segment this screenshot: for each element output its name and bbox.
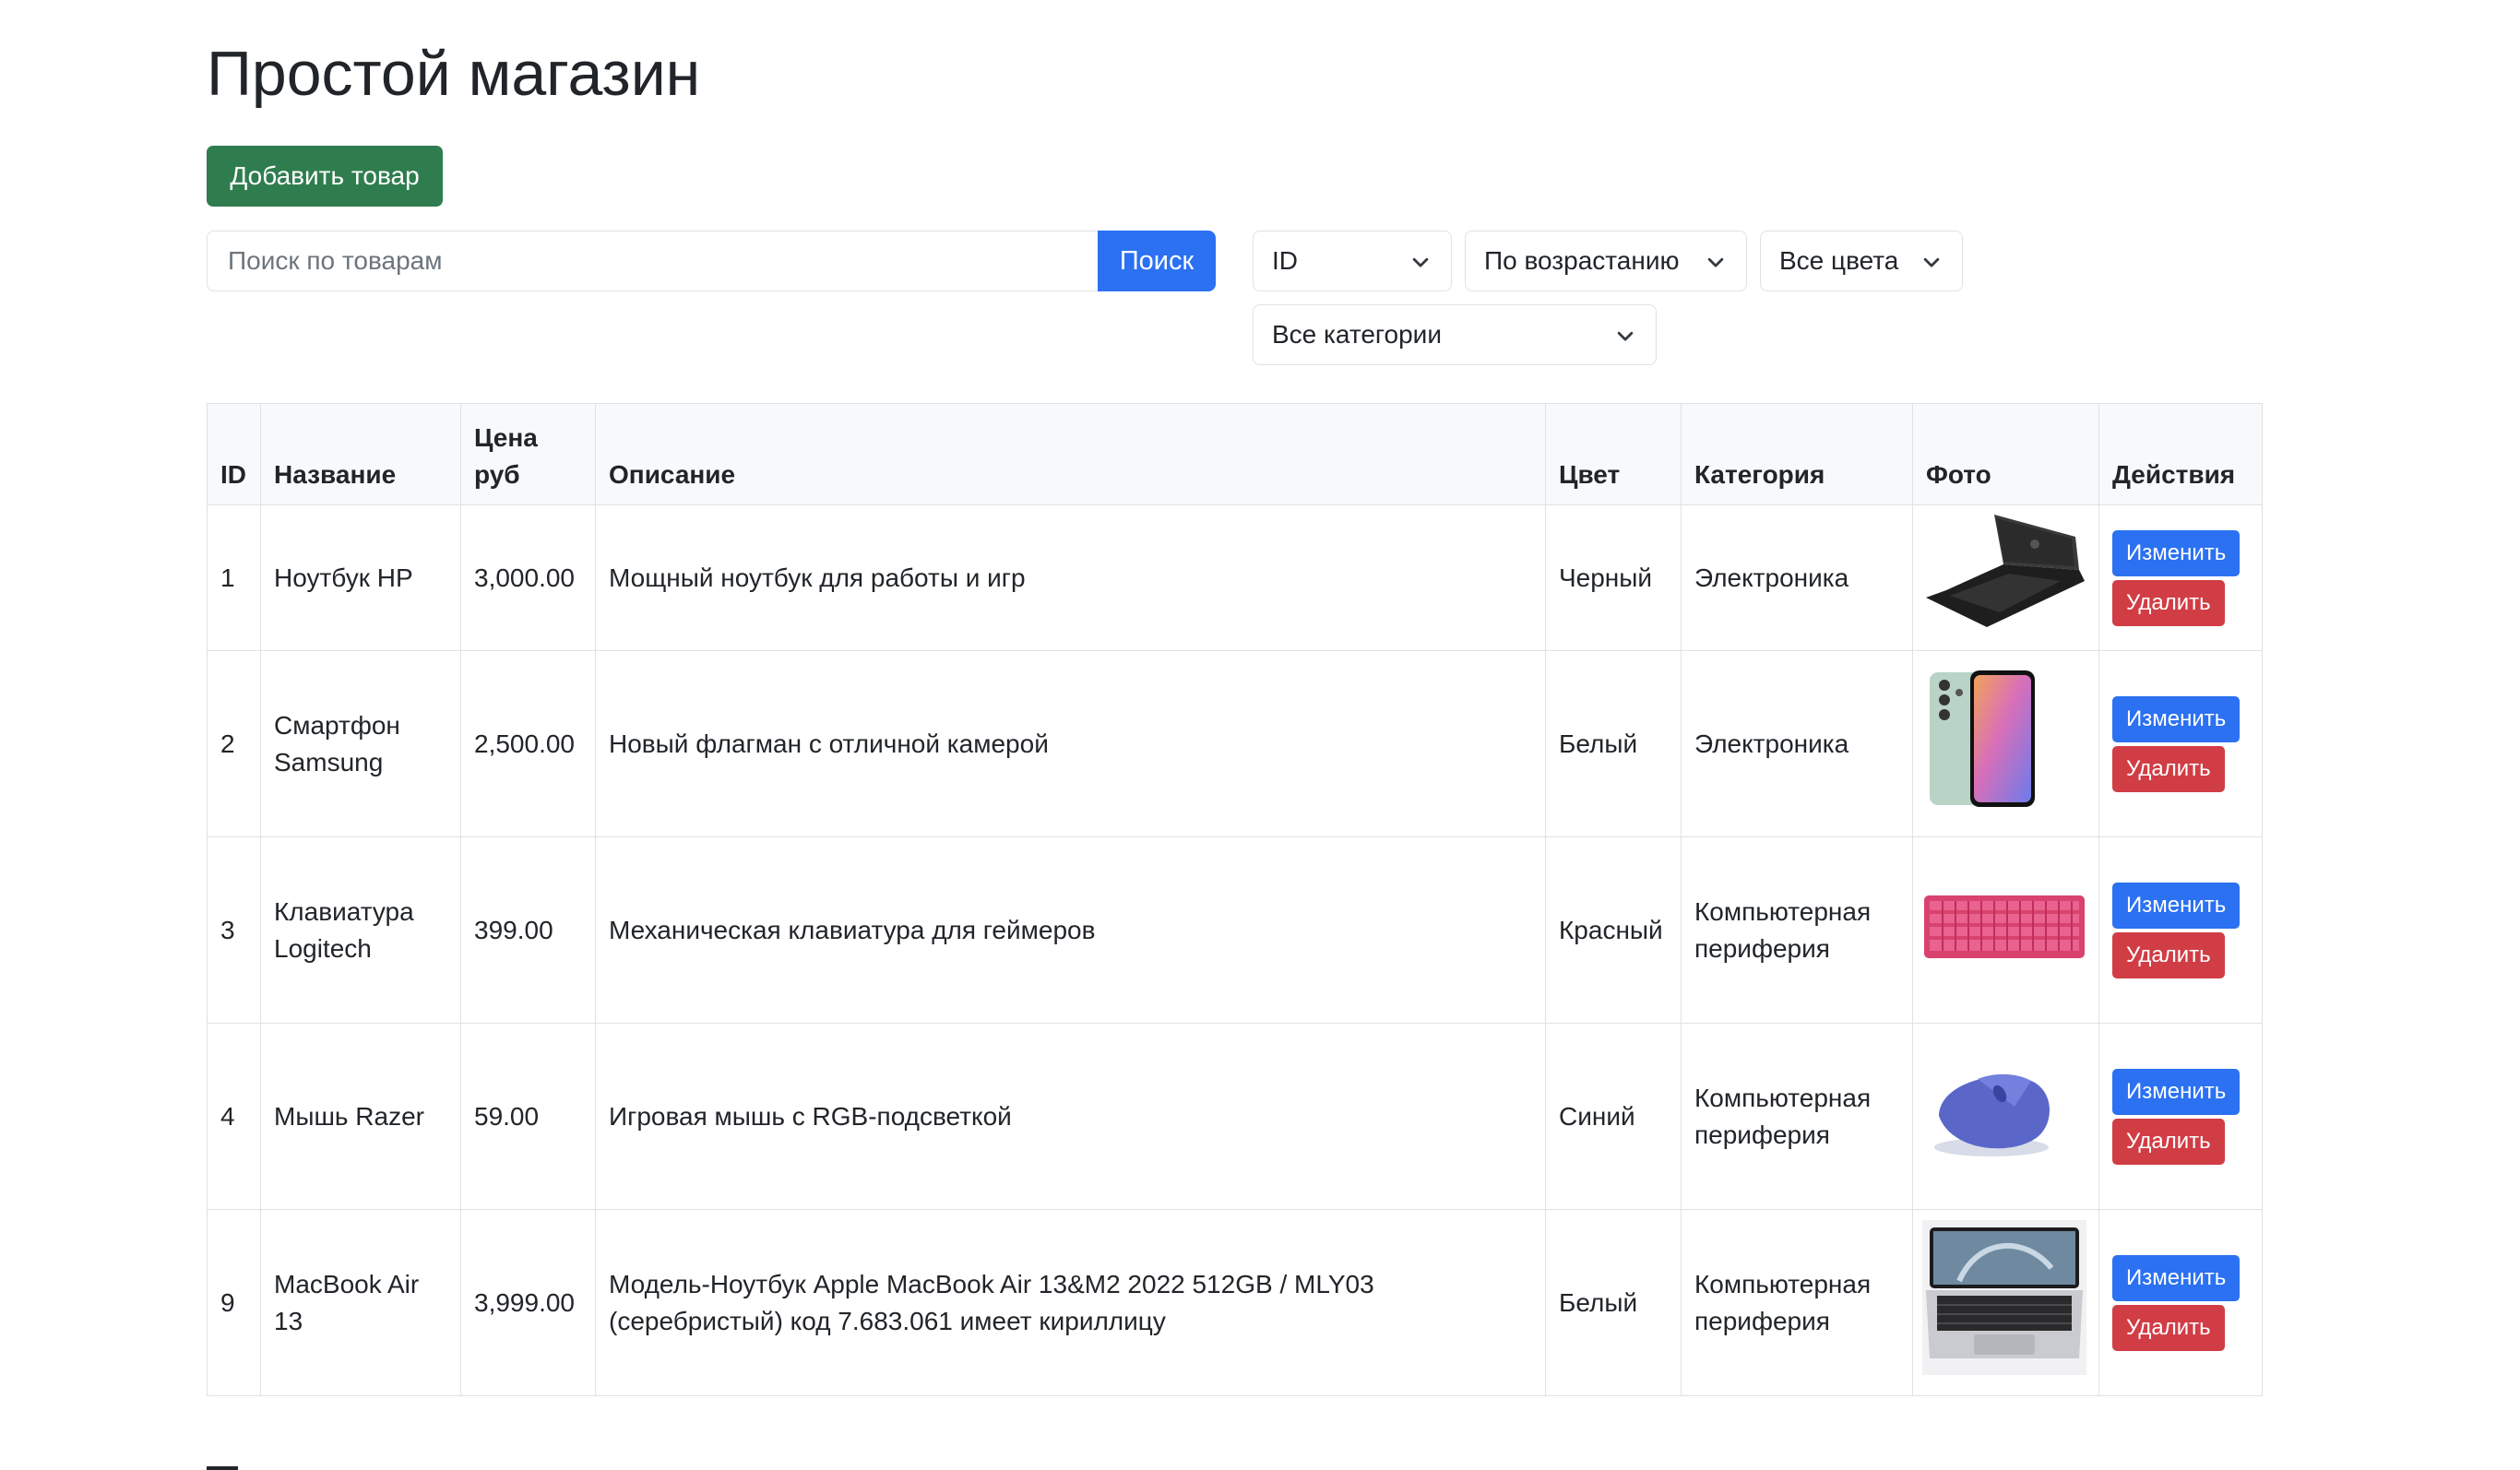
chevron-down-icon	[1923, 257, 1940, 267]
cell-photo	[1912, 1209, 2099, 1396]
cell-color: Черный	[1545, 504, 1682, 651]
delete-button[interactable]: Удалить	[2112, 745, 2225, 792]
cell-category: Электроника	[1681, 650, 1913, 837]
cell-name: Смартфон Samsung	[260, 650, 461, 837]
cell-actions: Изменить Удалить	[2098, 650, 2263, 837]
page-title: Простой магазин	[207, 39, 701, 109]
cell-name: Клавиатура Logitech	[260, 836, 461, 1024]
cut-off-heading	[207, 1452, 238, 1470]
cell-color: Белый	[1545, 650, 1682, 837]
cell-description: Механическая клавиатура для геймеров	[595, 836, 1546, 1024]
cell-name: Мышь Razer	[260, 1023, 461, 1210]
delete-button[interactable]: Удалить	[2112, 931, 2225, 978]
cell-category: Компьютерная периферия	[1681, 1209, 1913, 1396]
laptop-photo-icon	[1926, 515, 2085, 627]
column-header-actions: Действия	[2098, 403, 2263, 505]
cell-category: Компьютерная периферия	[1681, 1023, 1913, 1210]
smartphone-photo-icon	[1930, 670, 2035, 807]
macbook-photo-icon	[1922, 1220, 2086, 1375]
products-table: ID Название Цена руб Описание Цвет Катег…	[207, 403, 2263, 1396]
cell-description: Мощный ноутбук для работы и игр	[595, 504, 1546, 651]
cell-actions: Изменить Удалить	[2098, 1209, 2263, 1396]
cell-color: Белый	[1545, 1209, 1682, 1396]
add-product-button[interactable]: Добавить товар	[207, 146, 443, 207]
cell-photo	[1912, 504, 2099, 651]
cell-id: 1	[207, 504, 261, 651]
cell-actions: Изменить Удалить	[2098, 504, 2263, 651]
sort-order-select[interactable]: По возрастанию	[1465, 231, 1747, 291]
cell-name: Ноутбук HP	[260, 504, 461, 651]
keyboard-photo-icon	[1924, 895, 2085, 958]
search-group: Поиск	[207, 231, 1216, 291]
cell-photo	[1912, 1023, 2099, 1210]
sort-order-value: По возрастанию	[1484, 246, 1680, 275]
category-filter-select[interactable]: Все категории	[1253, 304, 1657, 365]
sort-field-select[interactable]: ID	[1253, 231, 1452, 291]
cell-actions: Изменить Удалить	[2098, 1023, 2263, 1210]
cell-name: MacBook Air 13	[260, 1209, 461, 1396]
cell-photo	[1912, 836, 2099, 1024]
cell-photo	[1912, 650, 2099, 837]
chevron-down-icon	[1707, 257, 1724, 267]
app-root: Простой магазин Добавить товар Поиск ID …	[0, 0, 2520, 1470]
cell-price: 399.00	[460, 836, 596, 1024]
table-header-row: ID Название Цена руб Описание Цвет Катег…	[207, 403, 2263, 505]
table-row: 4 Мышь Razer 59.00 Игровая мышь с RGB-по…	[207, 1023, 2263, 1210]
table-row: 2 Смартфон Samsung 2,500.00 Новый флагма…	[207, 650, 2263, 837]
cell-color: Синий	[1545, 1023, 1682, 1210]
color-filter-value: Все цвета	[1779, 246, 1899, 275]
category-filter-value: Все категории	[1272, 320, 1442, 349]
column-header-color: Цвет	[1545, 403, 1682, 505]
column-header-name: Название	[260, 403, 461, 505]
column-header-id: ID	[207, 403, 261, 505]
edit-button[interactable]: Изменить	[2112, 529, 2241, 576]
cell-id: 3	[207, 836, 261, 1024]
chevron-down-icon	[1412, 257, 1429, 267]
cell-id: 4	[207, 1023, 261, 1210]
cell-description: Игровая мышь с RGB-подсветкой	[595, 1023, 1546, 1210]
cell-color: Красный	[1545, 836, 1682, 1024]
edit-button[interactable]: Изменить	[2112, 695, 2241, 742]
delete-button[interactable]: Удалить	[2112, 1304, 2225, 1351]
chevron-down-icon	[1617, 331, 1634, 341]
column-header-photo: Фото	[1912, 403, 2099, 505]
mouse-photo-icon	[1934, 1073, 2050, 1156]
cell-price: 59.00	[460, 1023, 596, 1210]
cell-actions: Изменить Удалить	[2098, 836, 2263, 1024]
column-header-price: Цена руб	[460, 403, 596, 505]
cell-price: 3,000.00	[460, 504, 596, 651]
delete-button[interactable]: Удалить	[2112, 579, 2225, 626]
cell-id: 9	[207, 1209, 261, 1396]
cell-category: Компьютерная периферия	[1681, 836, 1913, 1024]
cell-id: 2	[207, 650, 261, 837]
cell-description: Новый флагман с отличной камерой	[595, 650, 1546, 837]
cell-price: 3,999.00	[460, 1209, 596, 1396]
edit-button[interactable]: Изменить	[2112, 1254, 2241, 1301]
search-input[interactable]	[207, 231, 1098, 291]
edit-button[interactable]: Изменить	[2112, 882, 2241, 929]
delete-button[interactable]: Удалить	[2112, 1118, 2225, 1165]
cell-category: Электроника	[1681, 504, 1913, 651]
sort-field-value: ID	[1272, 246, 1298, 275]
table-row: 9 MacBook Air 13 3,999.00 Модель-Ноутбук…	[207, 1209, 2263, 1396]
color-filter-select[interactable]: Все цвета	[1760, 231, 1963, 291]
column-header-category: Категория	[1681, 403, 1913, 505]
edit-button[interactable]: Изменить	[2112, 1068, 2241, 1115]
cell-price: 2,500.00	[460, 650, 596, 837]
column-header-description: Описание	[595, 403, 1546, 505]
search-button[interactable]: Поиск	[1098, 231, 1216, 291]
table-row: 1 Ноутбук HP 3,000.00 Мощный ноутбук для…	[207, 504, 2263, 651]
table-row: 3 Клавиатура Logitech 399.00 Механическа…	[207, 836, 2263, 1024]
cell-description: Модель-Ноутбук Apple MacBook Air 13&M2 2…	[595, 1209, 1546, 1396]
